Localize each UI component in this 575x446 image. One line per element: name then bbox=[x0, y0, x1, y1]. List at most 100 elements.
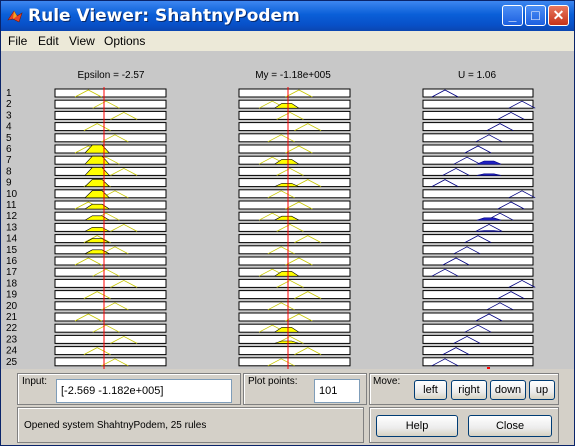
dialog-buttons-frame: Help Close bbox=[369, 407, 559, 443]
rule-rows: 1234567891011121314151617181920212223242… bbox=[6, 88, 536, 368]
rule-number: 14 bbox=[6, 234, 18, 245]
eps-rule-box[interactable] bbox=[54, 211, 167, 221]
rule-number: 23 bbox=[6, 334, 18, 345]
eps-rule-box[interactable] bbox=[54, 88, 167, 98]
my-rule-box[interactable] bbox=[238, 357, 351, 367]
rule-number: 5 bbox=[6, 133, 12, 144]
my-rule-box[interactable] bbox=[238, 312, 351, 322]
move-down-button[interactable]: down bbox=[490, 380, 526, 400]
eps-rule-box[interactable] bbox=[54, 290, 167, 300]
my-rule-box[interactable] bbox=[238, 144, 351, 154]
u-rule-box[interactable] bbox=[422, 122, 534, 132]
my-rule-box[interactable] bbox=[238, 278, 351, 288]
u-rule-box[interactable] bbox=[422, 211, 534, 221]
my-rule-box[interactable] bbox=[238, 301, 351, 311]
my-rule-box[interactable] bbox=[238, 346, 351, 356]
rule-number: 3 bbox=[6, 110, 12, 121]
rule-number: 2 bbox=[6, 99, 12, 110]
eps-rule-box[interactable] bbox=[54, 267, 167, 277]
my-rule-box[interactable] bbox=[238, 256, 351, 266]
rule-plots: Epsilon = -2.57 My = -1.18e+005 U = 1.06… bbox=[6, 70, 536, 369]
my-rule-box[interactable] bbox=[238, 133, 351, 143]
menu-bar: File Edit View Options bbox=[1, 31, 574, 51]
menu-options[interactable]: Options bbox=[104, 34, 145, 48]
eps-rule-box[interactable] bbox=[54, 301, 167, 311]
menu-edit[interactable]: Edit bbox=[38, 34, 59, 48]
close-button[interactable]: Close bbox=[468, 415, 552, 437]
eps-rule-box[interactable] bbox=[54, 346, 167, 356]
eps-rule-box[interactable] bbox=[54, 323, 167, 333]
my-rule-box[interactable] bbox=[238, 222, 351, 232]
move-label: Move: bbox=[373, 376, 401, 387]
my-header: My = -1.18e+005 bbox=[255, 70, 331, 81]
move-left-button[interactable]: left bbox=[414, 380, 447, 400]
my-rule-box[interactable] bbox=[238, 88, 351, 98]
move-frame: Move: left right down up bbox=[369, 373, 559, 405]
eps-rule-box[interactable] bbox=[54, 189, 167, 199]
eps-rule-box[interactable] bbox=[54, 357, 167, 367]
rule-number: 12 bbox=[6, 211, 18, 222]
u-rule-box[interactable] bbox=[422, 301, 534, 311]
eps-rule-box[interactable] bbox=[54, 278, 167, 288]
my-rule-box[interactable] bbox=[238, 110, 351, 120]
maximize-button[interactable]: □ bbox=[525, 5, 546, 26]
rule-viewer-window: Rule Viewer: ShahtnyPodem _ □ ✕ File Edi… bbox=[0, 0, 575, 446]
eps-rule-box[interactable] bbox=[54, 256, 167, 266]
control-panel: Input: [-2.569 -1.182e+005] Plot points:… bbox=[1, 369, 574, 445]
u-rule-box[interactable] bbox=[422, 166, 534, 176]
eps-rule-box[interactable] bbox=[54, 222, 167, 232]
rule-number: 24 bbox=[6, 346, 18, 357]
close-window-button[interactable]: ✕ bbox=[548, 5, 569, 26]
move-up-button[interactable]: up bbox=[529, 380, 555, 400]
eps-rule-box[interactable] bbox=[54, 334, 167, 344]
menu-view[interactable]: View bbox=[69, 34, 95, 48]
rule-number: 16 bbox=[6, 256, 18, 267]
title-bar[interactable]: Rule Viewer: ShahtnyPodem _ □ ✕ bbox=[1, 1, 574, 31]
menu-file[interactable]: File bbox=[8, 34, 27, 48]
rule-number: 22 bbox=[6, 323, 18, 334]
eps-rule-box[interactable] bbox=[54, 122, 167, 132]
eps-rule-box[interactable] bbox=[54, 99, 167, 109]
u-rule-box[interactable] bbox=[422, 346, 534, 356]
eps-rule-box[interactable] bbox=[54, 155, 167, 165]
eps-rule-box[interactable] bbox=[54, 178, 167, 188]
eps-rule-box[interactable] bbox=[54, 166, 167, 176]
plot-points-label: Plot points: bbox=[248, 376, 298, 387]
window-title: Rule Viewer: ShahtnyPodem bbox=[28, 6, 300, 26]
my-rule-box[interactable] bbox=[238, 234, 351, 244]
rule-number: 17 bbox=[6, 267, 18, 278]
rule-number: 25 bbox=[6, 357, 18, 368]
rule-number: 10 bbox=[6, 189, 18, 200]
u-rule-box[interactable] bbox=[422, 256, 534, 266]
my-rule-box[interactable] bbox=[238, 166, 351, 176]
my-rule-box[interactable] bbox=[238, 122, 351, 132]
rule-number: 4 bbox=[6, 122, 12, 133]
status-frame: Opened system ShahtnyPodem, 25 rules bbox=[17, 407, 364, 443]
rule-number: 8 bbox=[6, 166, 12, 177]
my-rule-box[interactable] bbox=[238, 189, 351, 199]
move-right-button[interactable]: right bbox=[451, 380, 487, 400]
rule-number: 19 bbox=[6, 290, 18, 301]
my-rule-box[interactable] bbox=[238, 245, 351, 255]
status-message: Opened system ShahtnyPodem, 25 rules bbox=[24, 420, 207, 431]
plot-points-field[interactable]: 101 bbox=[314, 379, 360, 403]
eps-rule-box[interactable] bbox=[54, 144, 167, 154]
rule-number: 6 bbox=[6, 144, 12, 155]
my-rule-box[interactable] bbox=[238, 290, 351, 300]
eps-rule-box[interactable] bbox=[54, 312, 167, 322]
minimize-button[interactable]: _ bbox=[502, 5, 523, 26]
eps-rule-box[interactable] bbox=[54, 133, 167, 143]
eps-rule-box[interactable] bbox=[54, 110, 167, 120]
input-frame: Input: [-2.569 -1.182e+005] bbox=[17, 373, 241, 405]
my-rule-box[interactable] bbox=[238, 200, 351, 210]
eps-rule-box[interactable] bbox=[54, 200, 167, 210]
help-button[interactable]: Help bbox=[376, 415, 458, 437]
eps-rule-box[interactable] bbox=[54, 234, 167, 244]
rule-number: 20 bbox=[6, 301, 18, 312]
u-activation-fill bbox=[476, 230, 502, 232]
u-header[interactable]: U = 1.06 bbox=[458, 70, 497, 81]
input-vector-field[interactable]: [-2.569 -1.182e+005] bbox=[56, 379, 232, 403]
plot-points-frame: Plot points: 101 bbox=[243, 373, 367, 405]
rule-number: 11 bbox=[6, 200, 17, 211]
eps-rule-box[interactable] bbox=[54, 245, 167, 255]
